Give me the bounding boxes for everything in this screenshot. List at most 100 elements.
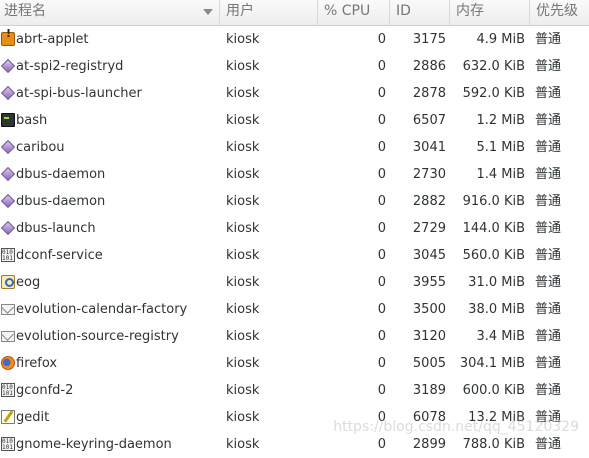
user-cell: kiosk xyxy=(226,383,260,398)
cpu-cell: 0 xyxy=(377,248,386,263)
process-name-cell: gconfd-2 xyxy=(16,383,74,398)
memory-cell: 600.0 KiB xyxy=(462,383,525,398)
process-row[interactable]: evolution-calendar-factory kiosk 0 3500 38.0… xyxy=(0,296,589,323)
cpu-cell: 0 xyxy=(377,32,386,47)
column-header-process-name[interactable]: 进程名 xyxy=(0,0,220,25)
pid-cell: 3175 xyxy=(412,32,446,47)
pid-cell: 2730 xyxy=(412,167,446,182)
column-header-priority[interactable]: 优先级 xyxy=(532,0,589,25)
memory-cell: 4.9 MiB xyxy=(476,32,525,47)
process-row[interactable]: dbus-launch kiosk 0 2729 144.0 KiB 普通 xyxy=(0,215,589,242)
user-cell: kiosk xyxy=(226,167,260,182)
process-name-cell: at-spi-bus-launcher xyxy=(16,86,142,101)
priority-cell: 普通 xyxy=(535,113,562,128)
generic-process-icon xyxy=(0,58,16,74)
priority-cell: 普通 xyxy=(535,329,562,344)
process-row[interactable]: caribou kiosk 0 3041 5.1 MiB 普通 xyxy=(0,134,589,161)
terminal-icon xyxy=(1,113,15,127)
cpu-cell: 0 xyxy=(377,275,386,290)
memory-cell: 916.0 KiB xyxy=(462,194,525,209)
cpu-cell: 0 xyxy=(377,302,386,317)
priority-cell: 普通 xyxy=(535,302,562,317)
pid-cell: 3045 xyxy=(412,248,446,263)
pid-cell: 3955 xyxy=(412,275,446,290)
process-row[interactable]: firefox kiosk 0 5005 304.1 MiB 普通 xyxy=(0,350,589,377)
user-cell: kiosk xyxy=(226,113,260,128)
generic-process-icon xyxy=(0,193,16,209)
process-name-cell: eog xyxy=(16,275,41,290)
memory-cell: 144.0 KiB xyxy=(462,221,525,236)
column-header-memory[interactable]: 内存 xyxy=(452,0,530,25)
pid-cell: 2882 xyxy=(412,194,446,209)
user-cell: kiosk xyxy=(226,221,260,236)
column-header-label: ID xyxy=(396,3,411,19)
memory-cell: 304.1 MiB xyxy=(459,356,525,371)
process-row[interactable]: dbus-daemon kiosk 0 2730 1.4 MiB 普通 xyxy=(0,161,589,188)
user-cell: kiosk xyxy=(226,194,260,209)
firefox-icon xyxy=(1,356,15,370)
memory-cell: 5.1 MiB xyxy=(476,140,525,155)
process-row[interactable]: abrt-applet kiosk 0 3175 4.9 MiB 普通 xyxy=(0,26,589,53)
process-name-cell: evolution-source-registry xyxy=(16,329,179,344)
generic-process-icon xyxy=(0,139,16,155)
process-row[interactable]: dbus-daemon kiosk 0 2882 916.0 KiB 普通 xyxy=(0,188,589,215)
process-name-cell: dbus-daemon xyxy=(16,194,106,209)
priority-cell: 普通 xyxy=(535,383,562,398)
pid-cell: 3500 xyxy=(412,302,446,317)
process-row[interactable]: bash kiosk 0 6507 1.2 MiB 普通 xyxy=(0,107,589,134)
binary-icon xyxy=(1,248,15,262)
generic-process-icon xyxy=(0,220,16,236)
process-name-cell: caribou xyxy=(16,140,65,155)
priority-cell: 普通 xyxy=(535,86,562,101)
column-header-label: 用户 xyxy=(226,3,254,19)
priority-cell: 普通 xyxy=(535,32,562,47)
process-name-cell: gnome-keyring-daemon xyxy=(16,437,172,452)
pid-cell: 2899 xyxy=(412,437,446,452)
user-cell: kiosk xyxy=(226,86,260,101)
memory-cell: 38.0 MiB xyxy=(468,302,525,317)
process-row[interactable]: eog kiosk 0 3955 31.0 MiB 普通 xyxy=(0,269,589,296)
memory-cell: 1.2 MiB xyxy=(476,113,525,128)
mail-icon xyxy=(1,331,15,342)
pid-cell: 3189 xyxy=(412,383,446,398)
cpu-cell: 0 xyxy=(377,140,386,155)
process-row[interactable]: at-spi2-registryd kiosk 0 2886 632.0 KiB 普通 xyxy=(0,53,589,80)
watermark: https://blog.csdn.net/qq_45120329 xyxy=(333,419,579,435)
cpu-cell: 0 xyxy=(377,194,386,209)
process-row[interactable]: at-spi-bus-launcher kiosk 0 2878 592.0 KiB 普通 xyxy=(0,80,589,107)
process-row[interactable]: evolution-source-registry kiosk 0 3120 3.4 M… xyxy=(0,323,589,350)
process-row[interactable]: dconf-service kiosk 0 3045 560.0 KiB 普通 xyxy=(0,242,589,269)
pid-cell: 5005 xyxy=(412,356,446,371)
cpu-cell: 0 xyxy=(377,86,386,101)
process-name-cell: abrt-applet xyxy=(16,32,89,47)
memory-cell: 560.0 KiB xyxy=(462,248,525,263)
cpu-cell: 0 xyxy=(377,437,386,452)
column-header-user[interactable]: 用户 xyxy=(222,0,318,25)
column-header-label: 内存 xyxy=(456,3,484,19)
user-cell: kiosk xyxy=(226,59,260,74)
user-cell: kiosk xyxy=(226,32,260,47)
user-cell: kiosk xyxy=(226,275,260,290)
cpu-cell: 0 xyxy=(377,329,386,344)
user-cell: kiosk xyxy=(226,356,260,371)
memory-cell: 632.0 KiB xyxy=(462,59,525,74)
priority-cell: 普通 xyxy=(535,275,562,290)
text-editor-icon xyxy=(1,410,15,424)
column-header-id[interactable]: ID xyxy=(392,0,450,25)
process-name-cell: bash xyxy=(16,113,48,128)
generic-process-icon xyxy=(0,85,16,101)
column-header-cpu[interactable]: % CPU xyxy=(320,0,390,25)
priority-cell: 普通 xyxy=(535,194,562,209)
cpu-cell: 0 xyxy=(377,167,386,182)
process-table: 进程名 用户 % CPU ID 内存 优先级 abrt-applet kiosk 0… xyxy=(0,0,589,452)
user-cell: kiosk xyxy=(226,248,260,263)
user-cell: kiosk xyxy=(226,302,260,317)
process-name-cell: dbus-daemon xyxy=(16,167,106,182)
process-row[interactable]: gnome-keyring-daemon kiosk 0 2899 788.0 KiB 普… xyxy=(0,431,589,458)
memory-cell: 31.0 MiB xyxy=(468,275,525,290)
mail-icon xyxy=(1,304,15,315)
process-row[interactable]: gconfd-2 kiosk 0 3189 600.0 KiB 普通 xyxy=(0,377,589,404)
process-name-cell: gedit xyxy=(16,410,50,425)
process-name-cell: dbus-launch xyxy=(16,221,96,236)
user-cell: kiosk xyxy=(226,140,260,155)
